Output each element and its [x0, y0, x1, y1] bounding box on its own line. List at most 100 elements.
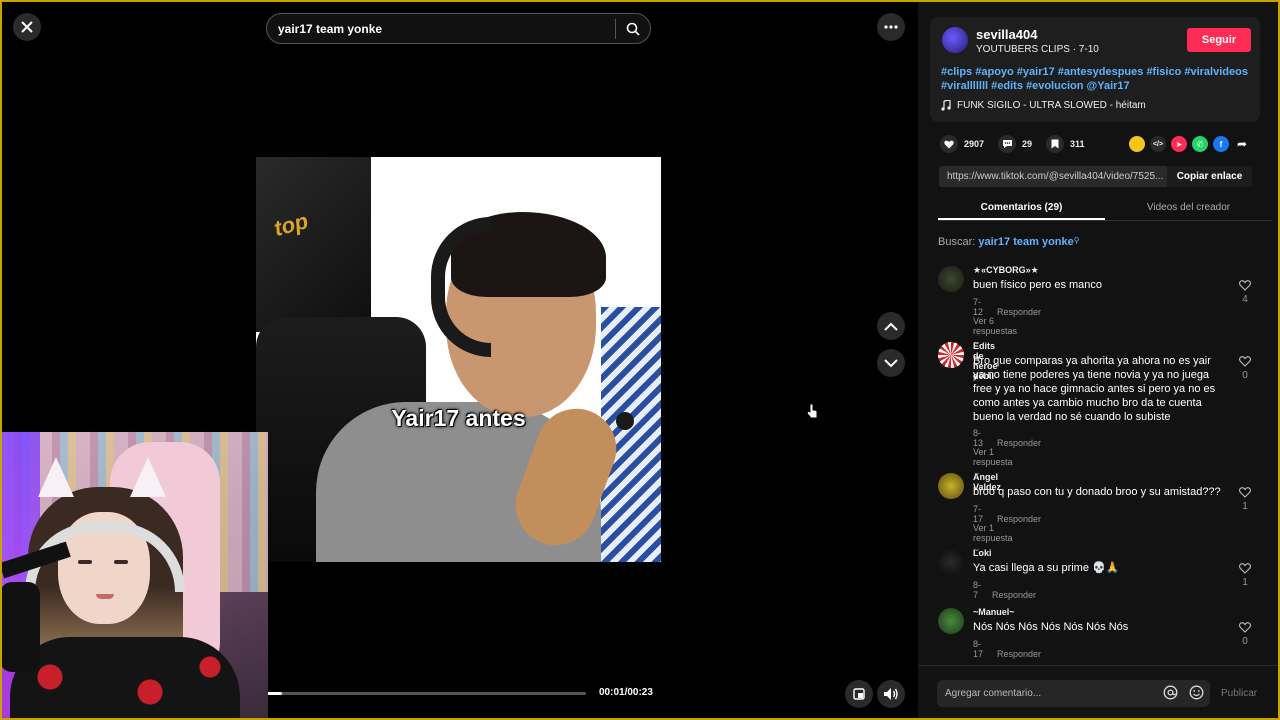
video-description: #clips #apoyo #yair17 #antesydespues #fi…: [941, 65, 1251, 93]
comment-date: 7-12: [973, 297, 984, 317]
comment-meta: 7-17 Responder: [973, 504, 1055, 524]
publish-button[interactable]: Publicar: [1221, 688, 1257, 699]
comment-button[interactable]: 29: [998, 135, 1032, 153]
commenter-name[interactable]: Loki: [973, 548, 992, 558]
comment-composer: Agregar comentario... Publicar: [918, 665, 1280, 720]
comment-input-placeholder: Agregar comentario...: [945, 688, 1042, 699]
picture-in-picture-button[interactable]: [845, 680, 873, 708]
previous-video-button[interactable]: [877, 312, 905, 340]
reply-button[interactable]: Responder: [997, 649, 1041, 659]
chevron-down-icon: [884, 358, 898, 367]
commenter-avatar[interactable]: [938, 266, 964, 292]
send-icon[interactable]: ➤: [1171, 136, 1187, 152]
video-link-text[interactable]: https://www.tiktok.com/@sevilla404/video…: [939, 171, 1167, 182]
commenter-avatar[interactable]: [938, 608, 964, 634]
music-note-icon: [941, 100, 951, 111]
bookmark-icon: [1046, 135, 1065, 153]
heart-icon: [940, 135, 958, 153]
mention-icon[interactable]: [1163, 685, 1178, 705]
comment-like-button[interactable]: 0: [1237, 622, 1253, 647]
follow-button[interactable]: Seguir: [1187, 28, 1251, 52]
comment-search-hint: Buscar: yair17 team yonke⚲: [938, 236, 1080, 248]
tab-creator-videos[interactable]: Videos del creador: [1105, 199, 1272, 220]
reply-button[interactable]: Responder: [992, 590, 1036, 600]
comment-meta: 8-7 Responder: [973, 580, 1050, 600]
video-person-headset: [431, 217, 491, 357]
search-icon[interactable]: [616, 22, 650, 36]
webcam-cat-ear-left: [38, 457, 74, 497]
comment-like-count: 1: [1242, 577, 1248, 588]
view-replies-label: Ver 6 respuestas: [973, 316, 1018, 336]
comment-text: broo q paso con tu y donado broo y su am…: [973, 486, 1221, 498]
video-progress-bar[interactable]: [266, 692, 586, 695]
whatsapp-icon[interactable]: ✆: [1192, 136, 1208, 152]
volume-button[interactable]: [877, 680, 905, 708]
chevron-up-icon: [884, 322, 898, 331]
heart-outline-icon: [1239, 622, 1251, 633]
pip-icon: [853, 688, 865, 700]
heart-outline-icon: [1239, 280, 1251, 291]
comment-like-button[interactable]: 4: [1237, 280, 1253, 305]
comment-text: Ya casi llega a su prime 💀🙏: [973, 562, 1120, 574]
comment-like-button[interactable]: 1: [1237, 563, 1253, 588]
comment-text: Nós Nós Nós Nós Nós Nós Nós: [973, 621, 1129, 633]
like-button[interactable]: 2907: [940, 135, 984, 153]
search-bar[interactable]: yair17 team yonke: [266, 13, 651, 44]
commenter-avatar[interactable]: [938, 473, 964, 499]
search-input[interactable]: yair17 team yonke: [267, 22, 615, 36]
save-button[interactable]: 311: [1046, 135, 1085, 153]
emoji-icon[interactable]: [1189, 685, 1204, 705]
next-video-button[interactable]: [877, 349, 905, 377]
webcam-cat-ear-right: [130, 457, 166, 497]
heart-outline-icon: [1239, 563, 1251, 574]
video-frame[interactable]: top Yair17 antes: [256, 157, 661, 562]
comment-meta: 7-12 Responder: [973, 297, 1055, 317]
heart-outline-icon: [1239, 356, 1251, 367]
creator-name[interactable]: sevilla404: [976, 27, 1037, 42]
tab-comments[interactable]: Comentarios (29): [938, 199, 1105, 220]
close-button[interactable]: [13, 13, 41, 41]
hand-cursor-icon: [806, 403, 818, 424]
comment-like-count: 1: [1242, 501, 1248, 512]
comment-like-button[interactable]: 0: [1237, 356, 1253, 381]
coin-icon[interactable]: [1129, 136, 1145, 152]
embed-code-icon[interactable]: </>: [1150, 136, 1166, 152]
facebook-icon[interactable]: f: [1213, 136, 1229, 152]
commenter-avatar[interactable]: [938, 549, 964, 575]
like-count: 2907: [964, 139, 985, 149]
comment-icon: [998, 135, 1017, 153]
details-panel: sevilla404 YOUTUBERS CLIPS · 7-10 Seguir…: [918, 0, 1280, 720]
commenter-name[interactable]: ★«CYBORG»★: [973, 265, 1039, 276]
video-time: 00:01/00:23: [599, 687, 653, 698]
webcam-overlay: [0, 432, 268, 720]
commenter-name[interactable]: ~Manuel~: [973, 607, 1015, 617]
comment-like-count: 0: [1242, 370, 1248, 381]
description-hashtags-line1[interactable]: #clips #apoyo #yair17 #antesydespues #fi…: [941, 65, 1251, 79]
comment-like-button[interactable]: 1: [1237, 487, 1253, 512]
comment-search-icon[interactable]: ⚲: [1074, 236, 1080, 245]
comment-input[interactable]: Agregar comentario...: [937, 680, 1210, 707]
video-caption: Yair17 antes: [391, 405, 526, 431]
comment-date: 8-17: [973, 639, 984, 659]
copy-link-button[interactable]: Copiar enlace: [1167, 166, 1252, 187]
commenter-avatar[interactable]: [938, 342, 964, 368]
view-replies-label: Ver 1 respuesta: [973, 523, 1013, 543]
share-arrow-icon[interactable]: ➦: [1234, 136, 1250, 152]
comment-text: Bro que comparas ya ahorita ya ahora no …: [973, 355, 1216, 423]
comment-meta: 8-13 Responder: [973, 428, 1055, 448]
comment-search-query[interactable]: yair17 team yonke: [978, 236, 1073, 248]
comment-date: 8-7: [973, 580, 982, 600]
heart-outline-icon: [1239, 487, 1251, 498]
description-hashtags-line2[interactable]: #viralllllll #edits #evolucion @Yair17: [941, 79, 1251, 93]
view-replies-label: Ver 1 respuesta: [973, 447, 1013, 467]
more-options-button[interactable]: [877, 13, 905, 41]
comment-count: 29: [1022, 139, 1033, 149]
video-progress-fill: [266, 692, 282, 695]
music-info[interactable]: FUNK SIGILO - ULTRA SLOWED - héitam: [941, 100, 1146, 111]
speaker-icon: [884, 688, 898, 700]
video-background-jacket: top: [256, 157, 371, 332]
panel-tabs: Comentarios (29) Videos del creador: [938, 199, 1272, 221]
creator-avatar[interactable]: [942, 27, 968, 53]
comment-date: 8-13: [973, 428, 984, 448]
close-icon: [21, 21, 33, 33]
